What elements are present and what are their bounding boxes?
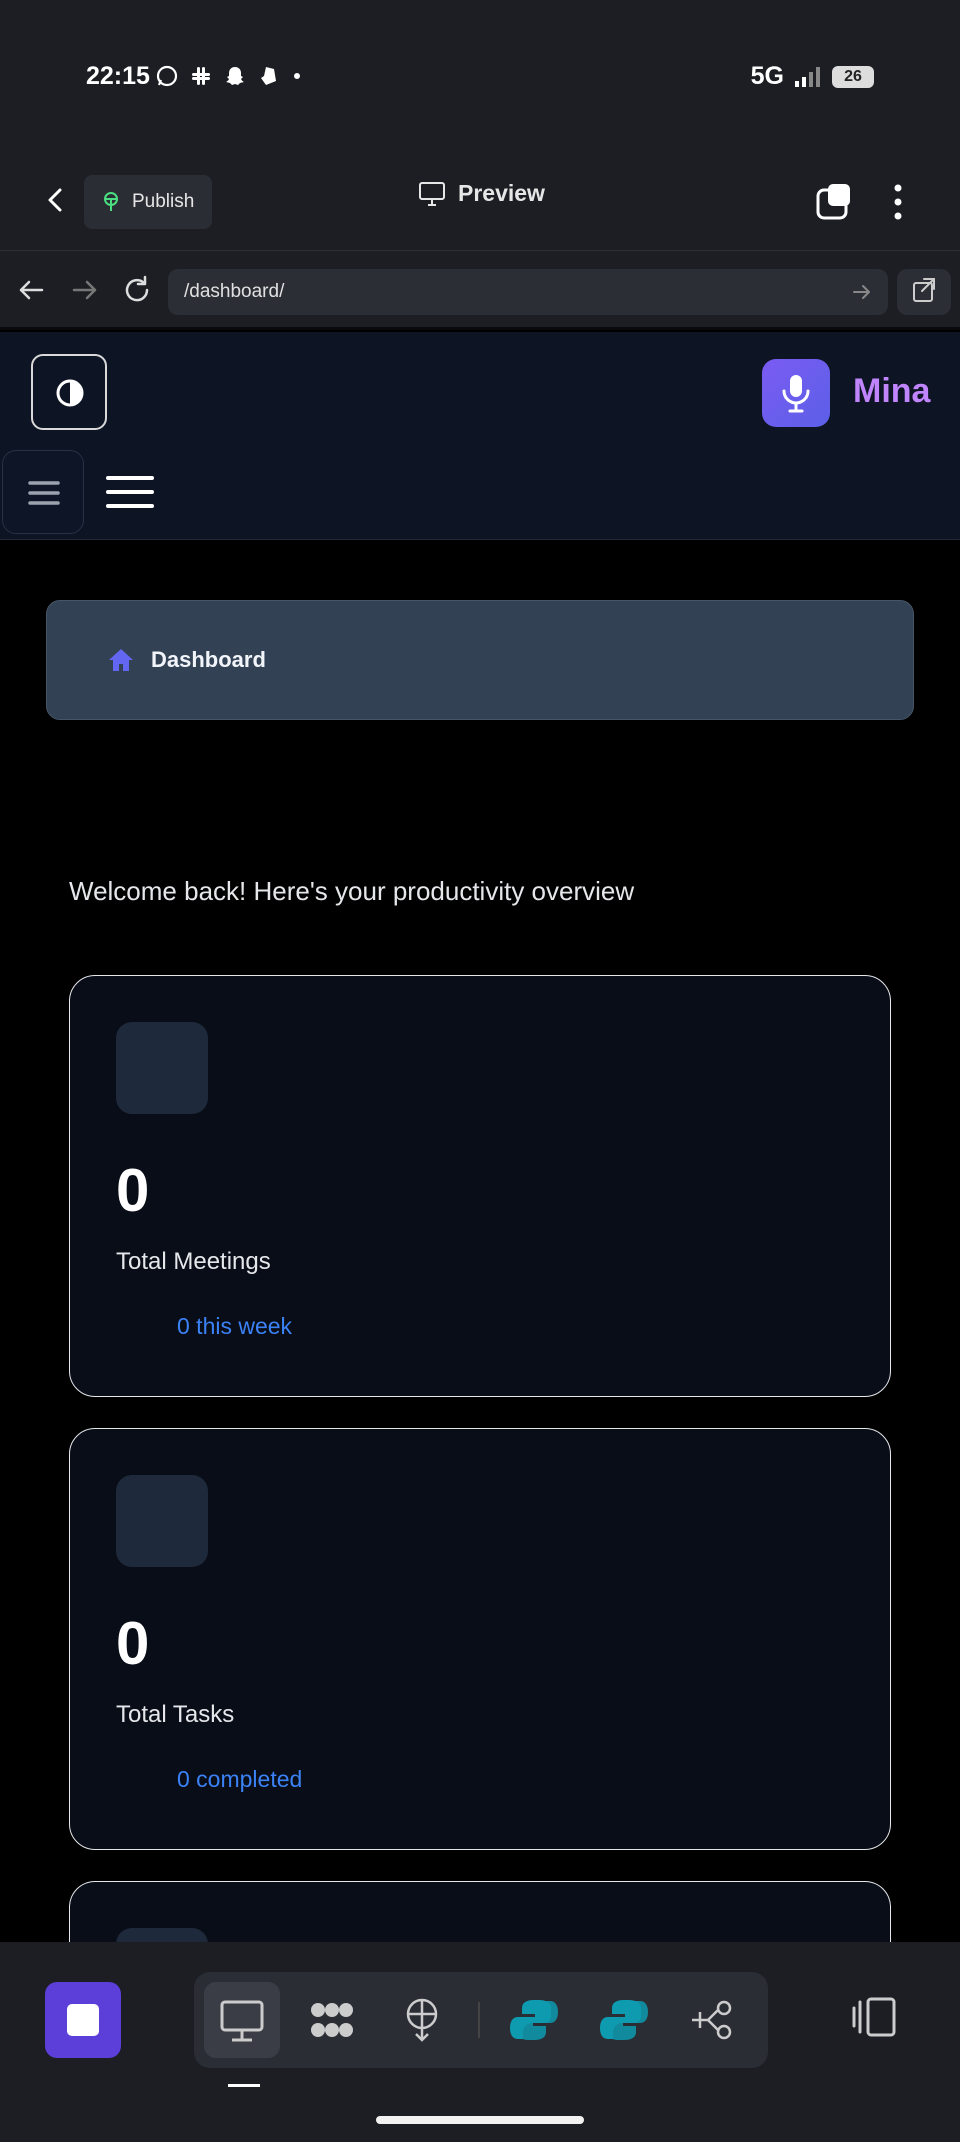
menu-icon: [28, 481, 60, 505]
bottom-dock: [0, 1942, 960, 2142]
theme-toggle-button[interactable]: [31, 354, 107, 430]
card-value: 0: [116, 1610, 150, 1677]
card-subtext: 0 this week: [177, 1313, 293, 1339]
publish-button[interactable]: Publish: [84, 175, 212, 229]
home-indicator[interactable]: [376, 2116, 584, 2124]
stop-button[interactable]: [45, 1982, 121, 2058]
voice-button[interactable]: [762, 359, 830, 427]
app-header: Mina: [0, 332, 960, 540]
signal-icon: [795, 66, 820, 87]
dock-divider: [478, 2002, 480, 2038]
sidebar-toggle-button[interactable]: [2, 450, 84, 534]
breadcrumb: Dashboard: [46, 600, 914, 720]
dock-workflow[interactable]: [676, 1982, 752, 2058]
contrast-icon: [56, 379, 84, 407]
dock-deploy[interactable]: [384, 1982, 460, 2058]
app-toolbar: Publish Preview: [0, 150, 960, 250]
publish-label: Publish: [132, 191, 195, 212]
card-subtext: 0 completed: [177, 1766, 303, 1792]
dock-group: [194, 1972, 768, 2068]
home-icon[interactable]: [107, 647, 135, 673]
desktop-icon: [220, 2000, 264, 2042]
stat-card-meetings: 0 Total Meetings 0 this week: [69, 975, 891, 1397]
card-value: 0: [116, 1157, 150, 1224]
open-external-button[interactable]: [897, 269, 951, 315]
dock-desktop[interactable]: [204, 1982, 280, 2058]
slack-icon: [192, 67, 210, 85]
microphone-icon: [782, 375, 810, 413]
nav-forward-icon[interactable]: [68, 273, 102, 307]
nav-back-icon[interactable]: [14, 273, 48, 307]
publish-icon: [104, 192, 118, 211]
back-icon[interactable]: [38, 182, 74, 218]
card-label: Total Meetings: [116, 1248, 271, 1275]
workflow-icon: [692, 2000, 732, 2040]
active-indicator: [228, 2084, 260, 2087]
more-notifications-icon: [294, 73, 300, 79]
url-input[interactable]: /dashboard/: [168, 269, 888, 315]
notification-icons: [155, 64, 303, 88]
battery-icon: 26: [832, 65, 874, 88]
go-arrow-icon[interactable]: [850, 280, 874, 304]
python-icon: [510, 2000, 558, 2040]
side-panel-icon[interactable]: [850, 1996, 898, 2038]
dock-python-1[interactable]: [496, 1982, 572, 2058]
network-label: 5G: [750, 62, 784, 90]
tasks-icon: [116, 1475, 208, 1567]
preview-toggle[interactable]: Preview: [418, 180, 545, 207]
status-time: 22:15: [86, 62, 150, 90]
card-label: Total Tasks: [116, 1701, 235, 1728]
deliveroo-icon: [261, 67, 276, 85]
meetings-icon: [116, 1022, 208, 1114]
breadcrumb-label[interactable]: Dashboard: [151, 647, 266, 673]
reload-icon[interactable]: [120, 273, 154, 307]
cluster-icon: [311, 2003, 353, 2037]
welcome-text: Welcome back! Here's your productivity o…: [69, 876, 635, 906]
monitor-icon: [419, 181, 445, 206]
preview-text: Preview: [458, 180, 545, 206]
url-text: /dashboard/: [184, 281, 285, 302]
python-icon: [600, 2000, 648, 2040]
tabs-icon[interactable]: [814, 182, 854, 222]
dock-python-2[interactable]: [586, 1982, 662, 2058]
snapchat-icon: [226, 67, 244, 85]
hamburger-icon[interactable]: [106, 474, 154, 510]
deploy-icon: [406, 1998, 438, 2042]
stat-card-tasks: 0 Total Tasks 0 completed: [69, 1428, 891, 1850]
more-options-icon[interactable]: [886, 180, 910, 224]
dock-cluster[interactable]: [294, 1982, 370, 2058]
brand-name: Mina: [853, 372, 931, 410]
whatsapp-icon: [156, 65, 178, 87]
status-right: 5G 26: [751, 62, 874, 91]
url-row: /dashboard/: [0, 250, 960, 330]
external-link-icon: [913, 278, 935, 302]
status-bar: 22:15 5G 26: [0, 0, 960, 150]
